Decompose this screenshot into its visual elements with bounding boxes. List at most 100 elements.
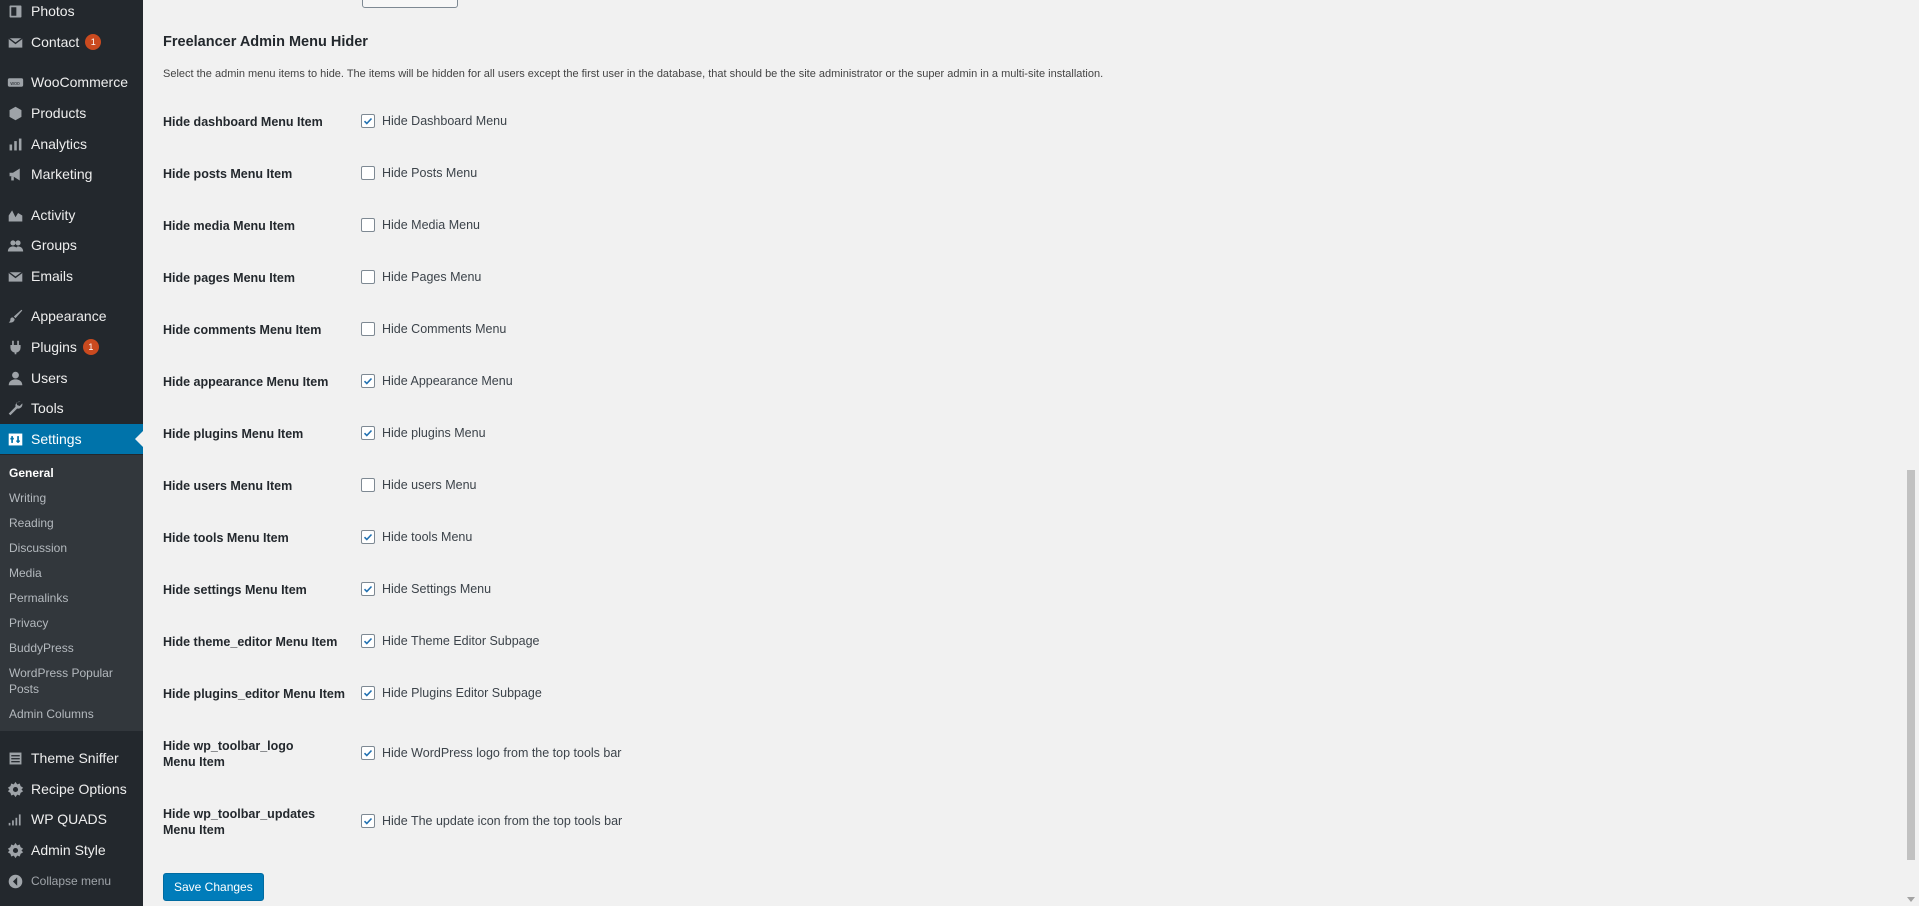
- hide-toolbar-updates-option[interactable]: Hide The update icon from the top tools …: [361, 814, 622, 828]
- sidebar-item-analytics[interactable]: Analytics: [0, 129, 143, 159]
- submenu-item-general[interactable]: General: [9, 465, 137, 481]
- row-label: Hide wp_toolbar_updates Menu Item: [163, 807, 316, 837]
- checkbox-hide-toolbar-logo[interactable]: [361, 746, 375, 760]
- row-label: Hide plugins Menu Item: [163, 427, 304, 441]
- checkmark-icon: [363, 585, 373, 593]
- checkbox-label: Hide WordPress logo from the top tools b…: [382, 746, 622, 760]
- page-scrollbar[interactable]: [1903, 0, 1919, 906]
- scroll-down-arrow-icon[interactable]: [1907, 897, 1915, 902]
- checkbox-hide-comments[interactable]: [361, 322, 375, 336]
- hide-theme-editor-option[interactable]: Hide Theme Editor Subpage: [361, 634, 540, 648]
- megaphone-icon: [5, 164, 25, 184]
- checkbox-hide-media[interactable]: [361, 218, 375, 232]
- checkmark-icon: [363, 377, 373, 385]
- row-label: Hide tools Menu Item: [163, 531, 289, 545]
- sidebar-item-activity[interactable]: Activity: [0, 200, 143, 230]
- submenu-item-media[interactable]: Media: [9, 565, 137, 581]
- checkbox-label: Hide users Menu: [382, 478, 477, 492]
- theme-sniffer-icon: [5, 748, 25, 768]
- hide-plugins-option[interactable]: Hide plugins Menu: [361, 426, 486, 440]
- checkmark-icon: [363, 637, 373, 645]
- sidebar-item-settings[interactable]: Settings: [0, 424, 143, 454]
- sidebar-item-woocommerce[interactable]: woo WooCommerce: [0, 67, 143, 97]
- sidebar-item-products[interactable]: Products: [0, 98, 143, 128]
- hide-posts-option[interactable]: Hide Posts Menu: [361, 166, 477, 180]
- sidebar-item-groups[interactable]: Groups: [0, 230, 143, 260]
- gear-icon: [5, 779, 25, 799]
- hide-comments-option[interactable]: Hide Comments Menu: [361, 322, 506, 336]
- row-label: Hide pages Menu Item: [163, 271, 295, 285]
- submenu-item-privacy[interactable]: Privacy: [9, 615, 137, 631]
- sidebar-item-tools[interactable]: Tools: [0, 393, 143, 423]
- hide-plugins-editor-option[interactable]: Hide Plugins Editor Subpage: [361, 686, 542, 700]
- notification-badge: 1: [82, 339, 99, 355]
- submenu-item-writing[interactable]: Writing: [9, 490, 137, 506]
- checkbox-label: Hide plugins Menu: [382, 426, 486, 440]
- sidebar-item-emails[interactable]: Emails: [0, 261, 143, 291]
- sidebar-item-label: Theme Sniffer: [31, 750, 119, 766]
- sidebar-item-contact[interactable]: Contact 1: [0, 27, 143, 57]
- cutoff-button[interactable]: [362, 0, 458, 8]
- submenu-item-reading[interactable]: Reading: [9, 515, 137, 531]
- analytics-icon: [5, 134, 25, 154]
- checkbox-hide-plugins[interactable]: [361, 426, 375, 440]
- sidebar-item-wp-quads[interactable]: WP QUADS: [0, 804, 143, 834]
- hide-toolbar-logo-option[interactable]: Hide WordPress logo from the top tools b…: [361, 746, 621, 760]
- checkbox-hide-plugins-editor[interactable]: [361, 686, 375, 700]
- hide-tools-option[interactable]: Hide tools Menu: [361, 530, 472, 544]
- checkbox-hide-posts[interactable]: [361, 166, 375, 180]
- checkbox-hide-toolbar-updates[interactable]: [361, 814, 375, 828]
- row-label: Hide plugins_editor Menu Item: [163, 687, 345, 701]
- checkbox-hide-tools[interactable]: [361, 530, 375, 544]
- hide-settings-option[interactable]: Hide Settings Menu: [361, 582, 491, 596]
- sidebar-item-label: Activity: [31, 207, 76, 223]
- brush-icon: [5, 306, 25, 326]
- collapse-icon: [5, 871, 25, 891]
- notification-badge: 1: [85, 34, 102, 50]
- hide-dashboard-option[interactable]: Hide Dashboard Menu: [361, 114, 507, 128]
- sidebar-item-theme-sniffer[interactable]: Theme Sniffer: [0, 743, 143, 773]
- hide-appearance-option[interactable]: Hide Appearance Menu: [361, 374, 513, 388]
- save-changes-button[interactable]: Save Changes: [163, 873, 264, 901]
- submenu-item-permalinks[interactable]: Permalinks: [9, 590, 137, 606]
- sidebar-item-recipe-options[interactable]: Recipe Options: [0, 774, 143, 804]
- submenu-item-admin-columns[interactable]: Admin Columns: [9, 706, 137, 722]
- row-label: Hide theme_editor Menu Item: [163, 635, 338, 649]
- checkbox-hide-theme-editor[interactable]: [361, 634, 375, 648]
- checkbox-hide-settings[interactable]: [361, 582, 375, 596]
- sidebar-item-marketing[interactable]: Marketing: [0, 159, 143, 189]
- row-label: Hide users Menu Item: [163, 479, 293, 493]
- signal-icon: [5, 809, 25, 829]
- sidebar-item-label: Groups: [31, 237, 77, 253]
- sidebar-item-label: Recipe Options: [31, 781, 127, 797]
- section-description: Select the admin menu items to hide. The…: [163, 68, 1104, 80]
- checkbox-hide-pages[interactable]: [361, 270, 375, 284]
- hide-pages-option[interactable]: Hide Pages Menu: [361, 270, 481, 284]
- submenu-item-buddypress[interactable]: BuddyPress: [9, 640, 137, 656]
- sidebar-item-appearance[interactable]: Appearance: [0, 301, 143, 331]
- checkbox-label: Hide tools Menu: [382, 530, 473, 544]
- checkbox-label: Hide Theme Editor Subpage: [382, 634, 540, 648]
- checkbox-hide-dashboard[interactable]: [361, 114, 375, 128]
- sidebar-item-photos[interactable]: Photos: [0, 0, 143, 26]
- sidebar-item-plugins[interactable]: Plugins 1: [0, 332, 143, 362]
- sidebar-item-admin-style[interactable]: Admin Style: [0, 835, 143, 865]
- checkbox-hide-appearance[interactable]: [361, 374, 375, 388]
- mail-icon: [5, 32, 25, 52]
- checkmark-icon: [363, 117, 373, 125]
- checkmark-icon: [363, 749, 373, 757]
- gear-icon: [5, 840, 25, 860]
- submenu-item-wordpress-popular-posts[interactable]: WordPress Popular Posts: [9, 665, 119, 697]
- activity-icon: [5, 205, 25, 225]
- sidebar-item-users[interactable]: Users: [0, 363, 143, 393]
- hide-users-option[interactable]: Hide users Menu: [361, 478, 477, 492]
- checkbox-hide-users[interactable]: [361, 478, 375, 492]
- hide-media-option[interactable]: Hide Media Menu: [361, 218, 480, 232]
- svg-text:woo: woo: [10, 81, 20, 87]
- checkbox-label: Hide Media Menu: [382, 218, 480, 232]
- submenu-item-discussion[interactable]: Discussion: [9, 540, 137, 556]
- sidebar-item-label: Users: [31, 370, 68, 386]
- scrollbar-thumb[interactable]: [1907, 470, 1915, 860]
- collapse-menu-button[interactable]: Collapse menu: [0, 866, 143, 896]
- row-label: Hide settings Menu Item: [163, 583, 307, 597]
